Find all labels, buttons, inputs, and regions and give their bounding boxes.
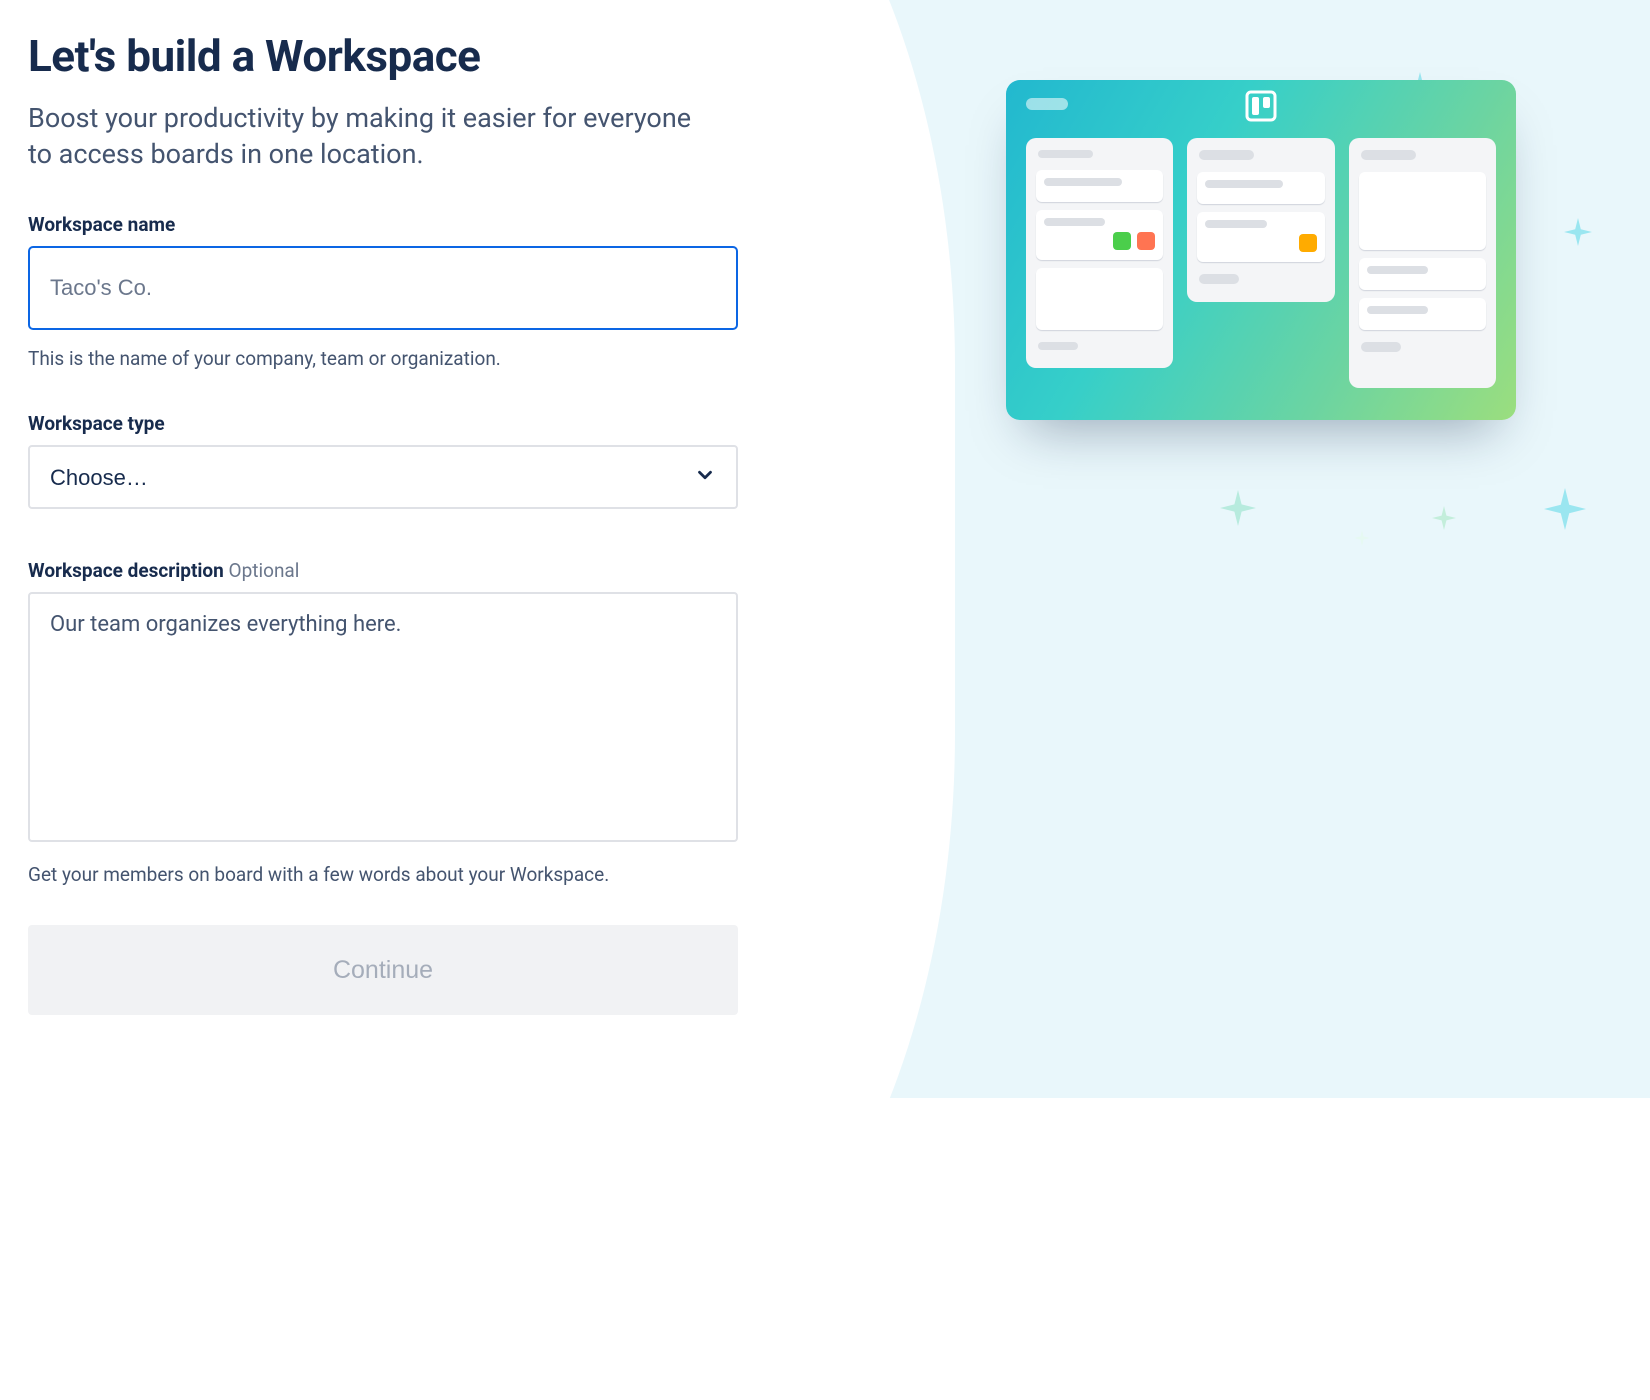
page-title: Let's build a Workspace: [28, 30, 780, 82]
workspace-description-label-text: Workspace description: [28, 559, 224, 582]
card-stub: [1036, 268, 1163, 329]
workspace-name-label: Workspace name: [28, 213, 780, 236]
workspace-name-input[interactable]: [28, 246, 738, 330]
list-footer-stub: [1038, 342, 1078, 350]
workspace-description-input[interactable]: [28, 592, 738, 842]
sparkle-icon: [1432, 506, 1456, 534]
list-footer-stub: [1361, 342, 1401, 352]
card-stub: [1197, 172, 1324, 204]
list-title-stub: [1199, 150, 1254, 160]
list-title-stub: [1038, 150, 1093, 158]
card-stub: [1359, 258, 1486, 290]
list-title-stub: [1361, 150, 1416, 160]
list-footer-stub: [1199, 274, 1239, 284]
board-accent: [1026, 98, 1068, 110]
trello-logo-icon: [1245, 90, 1277, 126]
board-lists: [1006, 138, 1516, 388]
form-panel: Let's build a Workspace Boost your produ…: [0, 0, 820, 1098]
card-stub: [1359, 172, 1486, 250]
workspace-description-label: Workspace description Optional: [28, 559, 780, 582]
card-stub: [1036, 170, 1163, 202]
workspace-name-group: Workspace name: [28, 213, 780, 330]
continue-button[interactable]: Continue: [28, 925, 738, 1015]
sparkle-icon: [1564, 218, 1592, 250]
workspace-description-optional-tag: Optional: [229, 559, 300, 582]
card-stub: [1036, 210, 1163, 260]
card-stub: [1359, 298, 1486, 330]
workspace-type-group: Workspace type Choose…: [28, 412, 780, 509]
card-label-orange: [1137, 232, 1155, 250]
sparkle-icon: [1544, 488, 1586, 534]
card-label-yellow: [1299, 234, 1317, 252]
sparkle-icon: [1354, 530, 1370, 550]
workspace-illustration: [1006, 80, 1516, 420]
board-tile: [1006, 80, 1516, 420]
workspace-description-helper: Get your members on board with a few wor…: [28, 862, 780, 889]
list-column: [1349, 138, 1496, 388]
list-column: [1026, 138, 1173, 368]
workspace-type-select[interactable]: Choose…: [28, 445, 738, 509]
list-column: [1187, 138, 1334, 302]
workspace-description-group: Workspace description Optional: [28, 559, 780, 846]
card-stub: [1197, 212, 1324, 262]
sparkle-icon: [1220, 490, 1256, 530]
workspace-name-helper: This is the name of your company, team o…: [28, 346, 780, 373]
workspace-type-label: Workspace type: [28, 412, 780, 435]
card-label-green: [1113, 232, 1131, 250]
page-subtitle: Boost your productivity by making it eas…: [28, 100, 708, 173]
